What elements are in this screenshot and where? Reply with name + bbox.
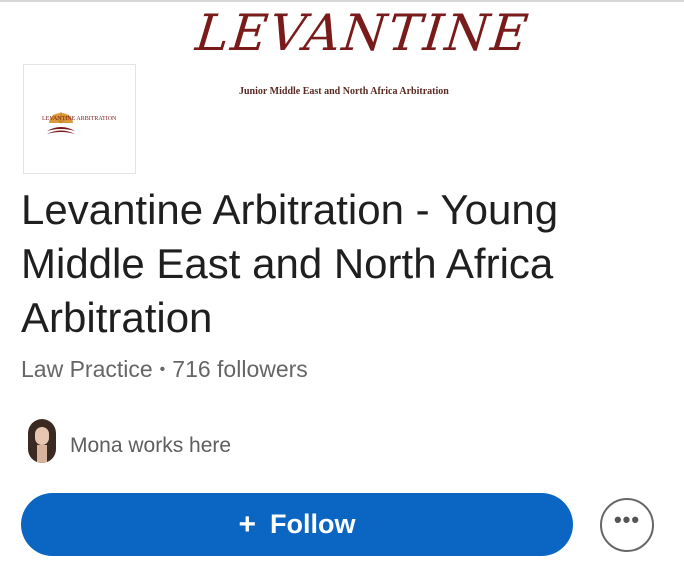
person-avatar[interactable] xyxy=(28,419,56,463)
logo-emblem-icon xyxy=(47,112,75,134)
company-logo[interactable]: LEVANTINE ARBITRATION xyxy=(23,64,136,174)
plus-icon: + xyxy=(238,507,257,541)
company-meta: Law Practice • 716 followers xyxy=(21,356,308,383)
avatar-neck xyxy=(37,445,47,463)
avatar-face xyxy=(35,427,49,445)
meta-separator: • xyxy=(159,361,166,378)
followers-count[interactable]: 716 followers xyxy=(172,356,308,382)
insight-text: Mona works here xyxy=(70,434,232,457)
top-divider xyxy=(0,0,684,2)
industry-label: Law Practice xyxy=(21,356,153,382)
banner-title: LEVANTINE xyxy=(192,4,533,62)
more-options-button[interactable]: ••• xyxy=(600,498,654,552)
more-icon: ••• xyxy=(613,507,641,532)
follow-button[interactable]: + Follow xyxy=(21,493,573,556)
company-name: Levantine Arbitration - Young Middle Eas… xyxy=(21,186,559,341)
follow-label: Follow xyxy=(270,509,356,539)
logo-text: LEVANTINE ARBITRATION xyxy=(42,116,117,122)
banner-subtitle: Junior Middle East and North Africa Arbi… xyxy=(239,86,449,97)
